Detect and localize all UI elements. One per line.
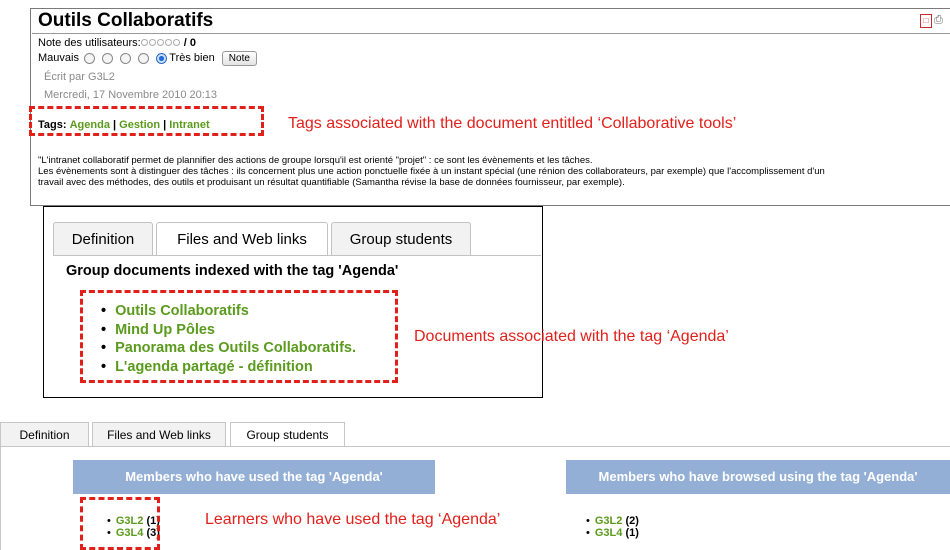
learners-highlight-box [80,497,160,550]
body-line: Les évènements sont à distinguer des tâc… [38,166,825,177]
document-title: Outils Collaboratifs [38,10,214,31]
used-tag-header: Members who have used the tag 'Agenda' [73,460,435,494]
document-body: "L'intranet collaboratif permet de plann… [38,155,948,188]
note-button[interactable]: Note [221,51,257,66]
tab-group-students[interactable]: Group students [331,222,471,255]
vote-radio-2[interactable] [102,52,114,64]
list-item: G3L4 (1) [586,527,639,539]
tab-group-students[interactable]: Group students [230,422,345,447]
rating-row: Note des utilisateurs: / 0 [38,37,196,49]
member-count: (2) [625,515,639,527]
documents-highlight-box [80,290,398,383]
title-divider [32,33,950,34]
member-link[interactable]: G3L4 [595,527,623,539]
member-link[interactable]: G3L2 [595,515,623,527]
body-line: "L'intranet collaboratif permet de plann… [38,155,593,166]
tab-divider [53,255,541,256]
tags-annotation: Tags associated with the document entitl… [288,115,737,132]
browsed-tag-header: Members who have browsed using the tag '… [566,460,950,494]
documents-annotation: Documents associated with the tag ‘Agend… [414,328,729,345]
member-count: (1) [625,527,639,539]
date: Mercredi, 17 Novembre 2010 20:13 [44,89,218,101]
vote-radio-5[interactable] [156,52,168,64]
tags-highlight-box [29,106,264,136]
vote-radio-1[interactable] [84,52,96,64]
vote-high-label: Très bien [169,52,215,64]
rating-label: Note des utilisateurs: [38,37,141,49]
vote-radio-4[interactable] [138,52,150,64]
pdf-icon[interactable]: □ [920,14,932,28]
vote-row: Mauvais Très bien Note [38,51,257,66]
tab-files-and-web-links[interactable]: Files and Web links [92,422,226,446]
tab-definition[interactable]: Definition [0,422,89,446]
learners-annotation: Learners who have used the tag ‘Agenda’ [205,511,501,528]
browsed-members-list: G3L2 (2) G3L4 (1) [586,515,639,539]
tab-definition[interactable]: Definition [53,222,153,255]
tab-files-and-web-links[interactable]: Files and Web links [156,222,328,256]
rating-stars [140,37,181,49]
vote-radio-3[interactable] [120,52,132,64]
tab-divider [0,446,950,447]
body-line: travail avec des méthodes, des outils et… [38,177,625,188]
list-item: G3L2 (2) [586,515,639,527]
group-students-panel [0,446,1,550]
group-documents-heading: Group documents indexed with the tag 'Ag… [66,263,399,279]
print-icon[interactable]: ⎙ [934,14,944,26]
rating-value: / 0 [183,37,197,49]
vote-low-label: Mauvais [38,52,79,64]
author: Écrit par G3L2 [44,71,115,83]
